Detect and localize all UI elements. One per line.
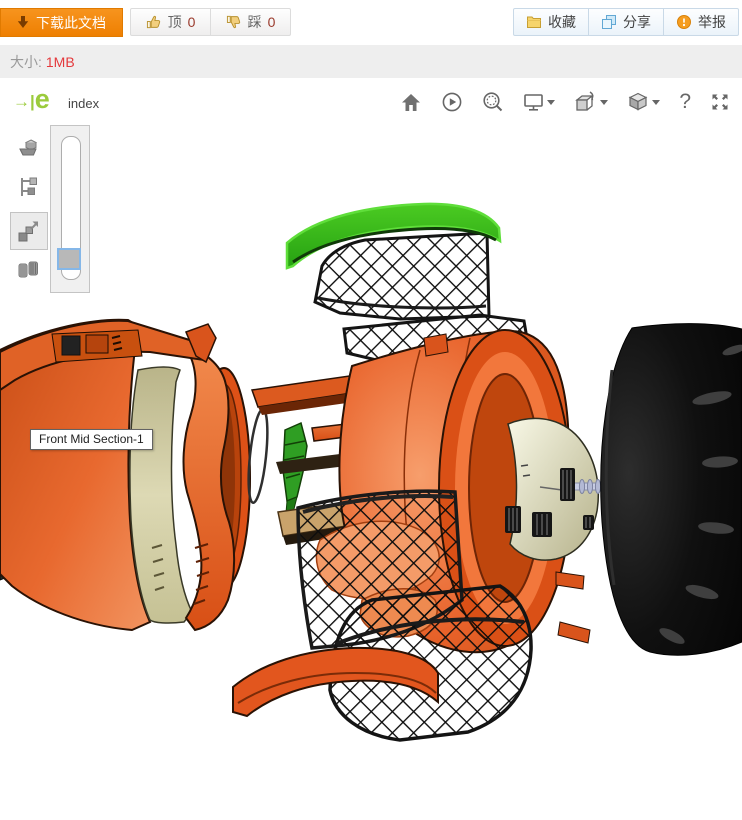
size-value: 1MB bbox=[46, 54, 75, 70]
file-size-row: 大小: 1MB bbox=[0, 45, 742, 78]
favorite-label: 收藏 bbox=[548, 12, 576, 32]
chevron-down-icon bbox=[652, 100, 660, 105]
home-button[interactable] bbox=[400, 92, 422, 113]
part-retaining-ring[interactable] bbox=[245, 408, 271, 503]
play-animation-icon bbox=[441, 91, 463, 113]
page: 下载此文档 顶 0 踩 0 bbox=[0, 0, 742, 820]
report-label: 举报 bbox=[698, 12, 726, 32]
upvote-label: 顶 bbox=[168, 12, 182, 32]
favorite-button[interactable]: 收藏 bbox=[514, 9, 588, 35]
zoom-icon bbox=[482, 91, 504, 113]
chevron-down-icon bbox=[600, 100, 608, 105]
action-group: 收藏 分享 举报 bbox=[513, 8, 739, 36]
download-arrow-icon bbox=[17, 16, 29, 29]
share-icon bbox=[601, 14, 617, 30]
assembly-tree-icon bbox=[16, 175, 42, 201]
edrawings-logo-arrow: →| bbox=[13, 93, 35, 113]
explode-slider-panel bbox=[50, 125, 90, 293]
display-options-button[interactable] bbox=[523, 92, 555, 112]
explode-icon bbox=[16, 218, 42, 244]
edrawings-viewer: →| e index bbox=[0, 78, 742, 820]
upvote-button[interactable]: 顶 0 bbox=[131, 9, 210, 35]
zoom-button[interactable] bbox=[482, 91, 504, 113]
section-view-button[interactable] bbox=[574, 91, 608, 113]
part-front-housing-assembly[interactable] bbox=[0, 320, 250, 630]
component-icon bbox=[16, 136, 42, 162]
download-button[interactable]: 下载此文档 bbox=[0, 8, 123, 37]
home-icon bbox=[400, 92, 422, 113]
size-label: 大小: bbox=[10, 52, 42, 72]
help-button[interactable]: ? bbox=[679, 90, 691, 114]
display-options-icon bbox=[523, 92, 544, 112]
part-top-grill-section[interactable] bbox=[315, 233, 489, 319]
part-rear-cover[interactable] bbox=[601, 324, 742, 656]
upvote-count: 0 bbox=[188, 14, 196, 30]
top-toolbar: 下载此文档 顶 0 踩 0 bbox=[0, 0, 742, 44]
help-icon: ? bbox=[679, 90, 691, 114]
orientation-cube-button[interactable] bbox=[627, 92, 660, 112]
component-tool-button[interactable] bbox=[14, 134, 44, 164]
edrawings-logo: →| e bbox=[13, 86, 50, 113]
collar-tool-button[interactable] bbox=[14, 254, 44, 284]
share-button[interactable]: 分享 bbox=[588, 9, 663, 35]
vote-group: 顶 0 踩 0 bbox=[130, 8, 291, 36]
play-animation-button[interactable] bbox=[441, 91, 463, 113]
viewer-side-tools bbox=[14, 134, 48, 293]
share-label: 分享 bbox=[623, 12, 651, 32]
downvote-count: 0 bbox=[268, 14, 276, 30]
fullscreen-icon bbox=[710, 92, 730, 112]
report-icon bbox=[676, 14, 692, 30]
explode-slider-thumb[interactable] bbox=[57, 248, 81, 270]
downvote-label: 踩 bbox=[248, 12, 262, 32]
thumbs-down-icon bbox=[226, 14, 242, 30]
edrawings-logo-letter: e bbox=[35, 86, 50, 113]
folder-icon bbox=[526, 15, 542, 29]
exploded-view-canvas[interactable] bbox=[0, 125, 742, 820]
section-view-icon bbox=[574, 91, 597, 113]
assembly-tree-button[interactable] bbox=[14, 173, 44, 203]
document-name: index bbox=[68, 96, 99, 111]
downvote-button[interactable]: 踩 0 bbox=[210, 9, 290, 35]
collar-icon bbox=[16, 256, 42, 282]
part-housing-tabs[interactable] bbox=[556, 572, 590, 643]
thumbs-up-icon bbox=[146, 14, 162, 30]
viewer-toolbar: ? bbox=[400, 90, 730, 114]
fullscreen-button[interactable] bbox=[710, 92, 730, 112]
chevron-down-icon bbox=[547, 100, 555, 105]
download-button-label: 下载此文档 bbox=[36, 13, 106, 33]
part-tooltip: Front Mid Section-1 bbox=[30, 429, 153, 450]
report-button[interactable]: 举报 bbox=[663, 9, 738, 35]
explode-tool-button[interactable] bbox=[10, 212, 48, 250]
orientation-cube-icon bbox=[627, 92, 649, 112]
